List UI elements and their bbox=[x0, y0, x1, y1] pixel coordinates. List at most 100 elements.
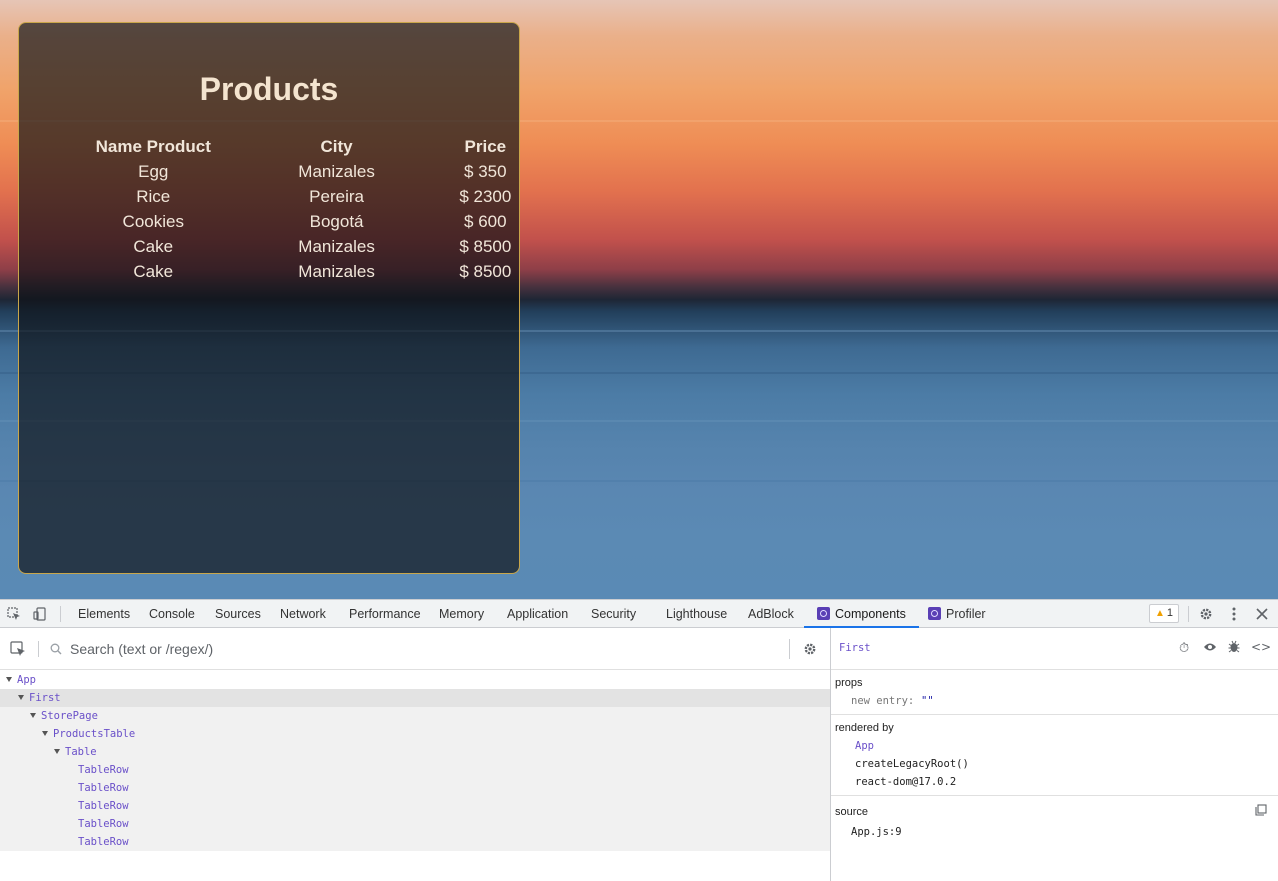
tab-lighthouse[interactable]: Lighthouse bbox=[666, 600, 727, 628]
table-row: Rice Pereira $ 2300 bbox=[85, 184, 519, 209]
tab-console[interactable]: Console bbox=[149, 600, 195, 628]
tree-node-label: TableRow bbox=[78, 818, 129, 830]
tree-node-productstable[interactable]: ProductsTable bbox=[0, 725, 830, 743]
expand-caret-icon[interactable] bbox=[30, 713, 36, 718]
settings-gear-icon[interactable] bbox=[1196, 604, 1216, 624]
cell-city: Pereira bbox=[309, 186, 364, 206]
tree-node-first[interactable]: First bbox=[0, 689, 830, 707]
source-section: source App.js:9 bbox=[831, 796, 1278, 846]
tree-node-label: TableRow bbox=[78, 764, 129, 776]
tab-security[interactable]: Security bbox=[591, 600, 636, 628]
props-section: props new entry: "" bbox=[831, 670, 1278, 715]
column-header-price: Price bbox=[464, 136, 507, 156]
react-icon bbox=[817, 607, 830, 620]
tab-profiler[interactable]: Profiler bbox=[928, 600, 986, 628]
cell-name: Cake bbox=[133, 236, 174, 256]
tab-performance[interactable]: Performance bbox=[349, 600, 421, 628]
products-card: Products Name Product City Price Egg Man… bbox=[18, 22, 520, 574]
tree-node-app[interactable]: App bbox=[0, 671, 830, 689]
tab-sources[interactable]: Sources bbox=[215, 600, 261, 628]
tab-memory[interactable]: Memory bbox=[439, 600, 484, 628]
components-search-bar bbox=[0, 628, 830, 670]
search-icon bbox=[46, 639, 66, 659]
cell-price: $ 2300 bbox=[459, 186, 512, 206]
tree-node-storepage[interactable]: StorePage bbox=[0, 707, 830, 725]
source-location[interactable]: App.js:9 bbox=[851, 826, 902, 838]
tab-application[interactable]: Application bbox=[507, 600, 568, 628]
cell-name: Cake bbox=[133, 261, 174, 281]
copy-icon[interactable] bbox=[1255, 804, 1267, 820]
cell-price: $ 8500 bbox=[459, 236, 512, 256]
tree-node-tablerow[interactable]: TableRow bbox=[0, 761, 830, 779]
rendered-by-title: rendered by bbox=[835, 722, 894, 734]
warning-icon: ▲ bbox=[1154, 608, 1165, 619]
devtools-toolbar: Elements Console Sources Network Perform… bbox=[0, 600, 1278, 628]
cell-name: Egg bbox=[138, 161, 169, 181]
cell-city: Manizales bbox=[298, 236, 375, 256]
tree-node-label: TableRow bbox=[78, 782, 129, 794]
column-header-name: Name Product bbox=[95, 136, 211, 156]
view-source-icon[interactable]: <> bbox=[1251, 640, 1271, 654]
cell-name: Rice bbox=[136, 186, 171, 206]
tab-profiler-label: Profiler bbox=[946, 607, 986, 621]
tree-node-label: TableRow bbox=[78, 800, 129, 812]
cell-price: $ 350 bbox=[464, 161, 507, 181]
tab-adblock[interactable]: AdBlock bbox=[748, 600, 794, 628]
tab-components[interactable]: Components bbox=[804, 600, 919, 628]
rendered-by-version: react-dom@17.0.2 bbox=[855, 776, 957, 788]
tree-node-label: StorePage bbox=[41, 710, 98, 722]
prop-value[interactable]: "" bbox=[921, 695, 934, 707]
stopwatch-icon[interactable]: ⏱ bbox=[1179, 641, 1189, 656]
tree-node-tablerow[interactable]: TableRow bbox=[0, 797, 830, 815]
rendered-by-section: rendered by App createLegacyRoot() react… bbox=[831, 715, 1278, 796]
tree-node-label: App bbox=[17, 674, 36, 686]
products-table: Name Product City Price Egg Manizales $ … bbox=[85, 134, 519, 284]
table-row: Cake Manizales $ 8500 bbox=[85, 259, 519, 284]
tree-node-label: TableRow bbox=[78, 836, 129, 848]
prop-key[interactable]: new entry: bbox=[851, 695, 914, 707]
select-element-icon[interactable] bbox=[8, 639, 28, 659]
tree-settings-gear-icon[interactable] bbox=[800, 639, 820, 659]
source-title: source bbox=[835, 806, 869, 818]
table-row: Cookies Bogotá $ 600 bbox=[85, 209, 519, 234]
expand-caret-icon[interactable] bbox=[42, 731, 48, 736]
tree-node-table[interactable]: Table bbox=[0, 743, 830, 761]
tree-node-label: First bbox=[29, 692, 61, 704]
inspect-element-icon[interactable] bbox=[4, 604, 24, 624]
tab-network[interactable]: Network bbox=[280, 600, 326, 628]
expand-caret-icon[interactable] bbox=[54, 749, 60, 754]
bug-icon[interactable] bbox=[1228, 640, 1240, 657]
page-title: Products bbox=[199, 71, 339, 107]
tab-components-label: Components bbox=[835, 607, 906, 621]
component-inspector-pane: First ⏱ <> props new entry: "" rendered … bbox=[830, 628, 1278, 881]
devtools-panel: Elements Console Sources Network Perform… bbox=[0, 599, 1278, 881]
components-tree-pane: App First StorePage ProductsTable Table … bbox=[0, 628, 830, 881]
warnings-badge[interactable]: ▲ 1 bbox=[1149, 604, 1179, 623]
rendered-by-root: createLegacyRoot() bbox=[855, 758, 969, 770]
table-row: Egg Manizales $ 350 bbox=[85, 159, 519, 184]
components-search-input[interactable] bbox=[70, 640, 770, 658]
tree-node-tablerow[interactable]: TableRow bbox=[0, 833, 830, 851]
more-options-icon[interactable] bbox=[1224, 604, 1244, 624]
inspector-header: First ⏱ <> bbox=[831, 628, 1278, 670]
search-divider bbox=[789, 639, 790, 659]
rendered-by-app-link[interactable]: App bbox=[855, 740, 874, 752]
table-header-row: Name Product City Price bbox=[85, 134, 519, 159]
cell-price: $ 8500 bbox=[459, 261, 512, 281]
tree-node-tablerow[interactable]: TableRow bbox=[0, 815, 830, 833]
expand-caret-icon[interactable] bbox=[6, 677, 12, 682]
cell-city: Bogotá bbox=[309, 211, 364, 231]
tree-node-label: Table bbox=[65, 746, 97, 758]
close-devtools-icon[interactable] bbox=[1252, 604, 1272, 624]
toolbar-divider bbox=[60, 606, 61, 622]
cell-name: Cookies bbox=[122, 211, 184, 231]
cell-price: $ 600 bbox=[464, 211, 507, 231]
eye-icon[interactable] bbox=[1203, 641, 1217, 656]
table-row: Cake Manizales $ 8500 bbox=[85, 234, 519, 259]
cell-city: Manizales bbox=[298, 261, 375, 281]
tab-elements[interactable]: Elements bbox=[78, 600, 130, 628]
cell-city: Manizales bbox=[298, 161, 375, 181]
tree-node-tablerow[interactable]: TableRow bbox=[0, 779, 830, 797]
device-toolbar-icon[interactable] bbox=[30, 604, 50, 624]
expand-caret-icon[interactable] bbox=[18, 695, 24, 700]
